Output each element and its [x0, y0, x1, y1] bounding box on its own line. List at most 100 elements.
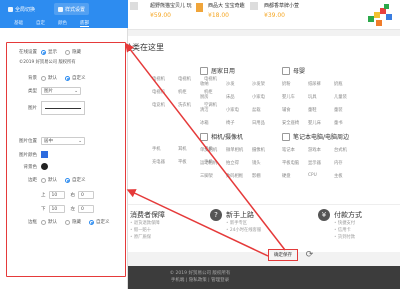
category-link[interactable]: 摄像机 — [252, 147, 274, 153]
category-link[interactable]: 充电器 — [152, 159, 174, 165]
category-link[interactable]: 单反相机 — [200, 147, 222, 153]
radio-margin-default[interactable]: 默认 — [41, 177, 57, 183]
category-link[interactable]: 小家电 — [226, 107, 248, 113]
column-title[interactable]: 居家日用 — [211, 66, 235, 75]
category-link[interactable]: 床品 — [226, 94, 248, 100]
margin-left-input[interactable]: 0 — [78, 205, 94, 213]
category-link[interactable]: 清洁 — [200, 107, 222, 113]
service-link[interactable]: 假一赔十 — [130, 227, 151, 233]
category-link[interactable]: 电竞机 — [152, 102, 174, 108]
category-link[interactable]: 童鞋 — [308, 107, 330, 113]
category-link[interactable]: 奶瓶 — [334, 81, 356, 87]
category-link[interactable]: 沙发架 — [252, 81, 274, 87]
category-link[interactable]: 影棚 — [252, 173, 274, 179]
toy-product-image[interactable] — [366, 2, 396, 30]
category-link[interactable]: 盆栽 — [252, 107, 274, 113]
bg-color-swatch[interactable] — [41, 163, 48, 170]
product-thumbnail[interactable] — [130, 2, 138, 10]
category-link[interactable]: 奶粉 — [282, 81, 304, 87]
category-link[interactable]: 笔记本 — [282, 147, 304, 153]
service-link[interactable]: 24小时在线客服 — [226, 227, 261, 233]
category-link[interactable]: 拍立得 — [226, 160, 248, 166]
subtab-basic[interactable]: 基础 — [14, 20, 23, 26]
category-link[interactable]: 洗衣机 — [178, 102, 200, 108]
category-link[interactable]: 沙发 — [226, 81, 248, 87]
category-link[interactable]: 纸尿裤 — [308, 81, 330, 87]
category-link[interactable]: 运动相机 — [200, 160, 222, 166]
category-link[interactable]: 镜头 — [252, 160, 274, 166]
category-link[interactable]: 内存 — [334, 160, 356, 166]
category-link[interactable]: CPU — [308, 173, 330, 179]
service-link[interactable]: 货到付款 — [334, 234, 355, 240]
margin-bottom-input[interactable]: 10 — [48, 205, 65, 213]
category-link[interactable]: 耳机 — [178, 146, 200, 152]
category-link[interactable]: 硬盘 — [282, 173, 304, 179]
category-link[interactable]: 儿童装 — [334, 94, 356, 100]
category-link[interactable]: 三脚架 — [200, 173, 222, 179]
category-link[interactable]: 电视机 — [152, 89, 174, 95]
radio-bg-custom[interactable]: 自定义 — [65, 75, 86, 81]
radio-bg-default[interactable]: 默认 — [41, 75, 57, 81]
category-link[interactable]: 数码相框 — [226, 173, 248, 179]
radio-border-custom[interactable]: 自定义 — [89, 219, 110, 225]
subtab-color[interactable]: 颜色 — [58, 20, 67, 26]
category-link[interactable]: 童装 — [334, 107, 356, 113]
category-link[interactable]: 平板 — [178, 159, 200, 165]
category-link[interactable]: 手机 — [152, 146, 174, 152]
category-link[interactable]: 椅子 — [226, 120, 248, 126]
category-link[interactable]: 游戏本 — [308, 147, 330, 153]
category-link[interactable]: 机柜 — [178, 89, 200, 95]
radio-border-hide[interactable]: 隐藏 — [65, 219, 81, 225]
home-icon — [200, 66, 208, 75]
image-position-select[interactable]: 居中 ⌄ — [41, 137, 85, 145]
product-card[interactable]: 超野熊猫宝贝儿 玩 ¥59.00 — [150, 2, 192, 19]
category-link[interactable]: 日用品 — [252, 120, 274, 126]
product-price: ¥18.00 — [208, 12, 229, 19]
category-link[interactable]: 收纳 — [200, 81, 222, 87]
radio-margin-custom[interactable]: 自定义 — [65, 177, 86, 183]
category-link[interactable]: 婴儿床 — [308, 120, 330, 126]
image-color-swatch[interactable] — [41, 151, 48, 158]
save-settings-button[interactable]: 确定保存 — [268, 249, 298, 261]
column-title[interactable]: 相机/摄像机 — [211, 132, 243, 141]
margin-right-input[interactable]: 0 — [78, 191, 94, 199]
subtab-bottom[interactable]: 底部 — [80, 20, 89, 27]
category-link[interactable]: 安全座椅 — [282, 120, 304, 126]
radio-show[interactable]: 显示 — [41, 49, 57, 55]
category-link[interactable]: 平板电脑 — [282, 160, 304, 166]
service-link[interactable]: 原厂质保 — [130, 234, 151, 240]
category-link[interactable]: 婴儿车 — [282, 94, 304, 100]
product-thumbnail[interactable] — [196, 3, 203, 12]
radio-border-default[interactable]: 默认 — [41, 219, 57, 225]
image-upload-field[interactable] — [41, 101, 85, 115]
category-link[interactable]: 玩具 — [308, 94, 330, 100]
service-link[interactable]: 信用卡 — [334, 227, 351, 233]
category-link[interactable]: 小家电 — [252, 94, 274, 100]
refresh-icon[interactable]: ⟳ — [304, 249, 315, 260]
type-select[interactable]: 图片 ⌄ — [41, 87, 81, 95]
category-link[interactable]: 主板 — [334, 173, 356, 179]
column-title[interactable]: 笔记本电脑/电脑周边 — [293, 132, 349, 141]
product-card[interactable]: 西都香草牌小萱 ¥39.00 — [264, 2, 299, 19]
product-thumbnail[interactable] — [250, 2, 258, 10]
service-link[interactable]: 快捷支付 — [334, 220, 355, 226]
category-link[interactable]: 童书 — [334, 120, 356, 126]
product-card[interactable]: 西品大 宝宝奇趣 ¥18.00 — [208, 2, 245, 19]
tab-style-settings[interactable]: 样式设置 — [54, 3, 90, 15]
setting-image-color: 图片颜色 — [11, 151, 48, 158]
category-link[interactable]: 辅食 — [282, 107, 304, 113]
category-link[interactable]: 微单相机 — [226, 147, 248, 153]
category-link[interactable]: 厨房 — [200, 94, 222, 100]
radio-hide[interactable]: 隐藏 — [65, 49, 81, 55]
subtab-custom[interactable]: 自定 — [36, 20, 45, 26]
tab-global-switch[interactable]: 全局切换 — [4, 3, 39, 15]
service-link[interactable]: 退货退款保障 — [130, 220, 160, 226]
category-link[interactable]: 台式机 — [334, 147, 356, 153]
column-title[interactable]: 母婴 — [293, 66, 305, 75]
category-link[interactable]: 电视机 — [178, 76, 200, 82]
category-link[interactable]: 冰箱 — [200, 120, 222, 126]
service-link[interactable]: 新手专区 — [226, 220, 247, 226]
category-link[interactable]: 显示器 — [308, 160, 330, 166]
category-link[interactable]: 电视机 — [152, 76, 174, 82]
margin-top-input[interactable]: 10 — [48, 191, 65, 199]
